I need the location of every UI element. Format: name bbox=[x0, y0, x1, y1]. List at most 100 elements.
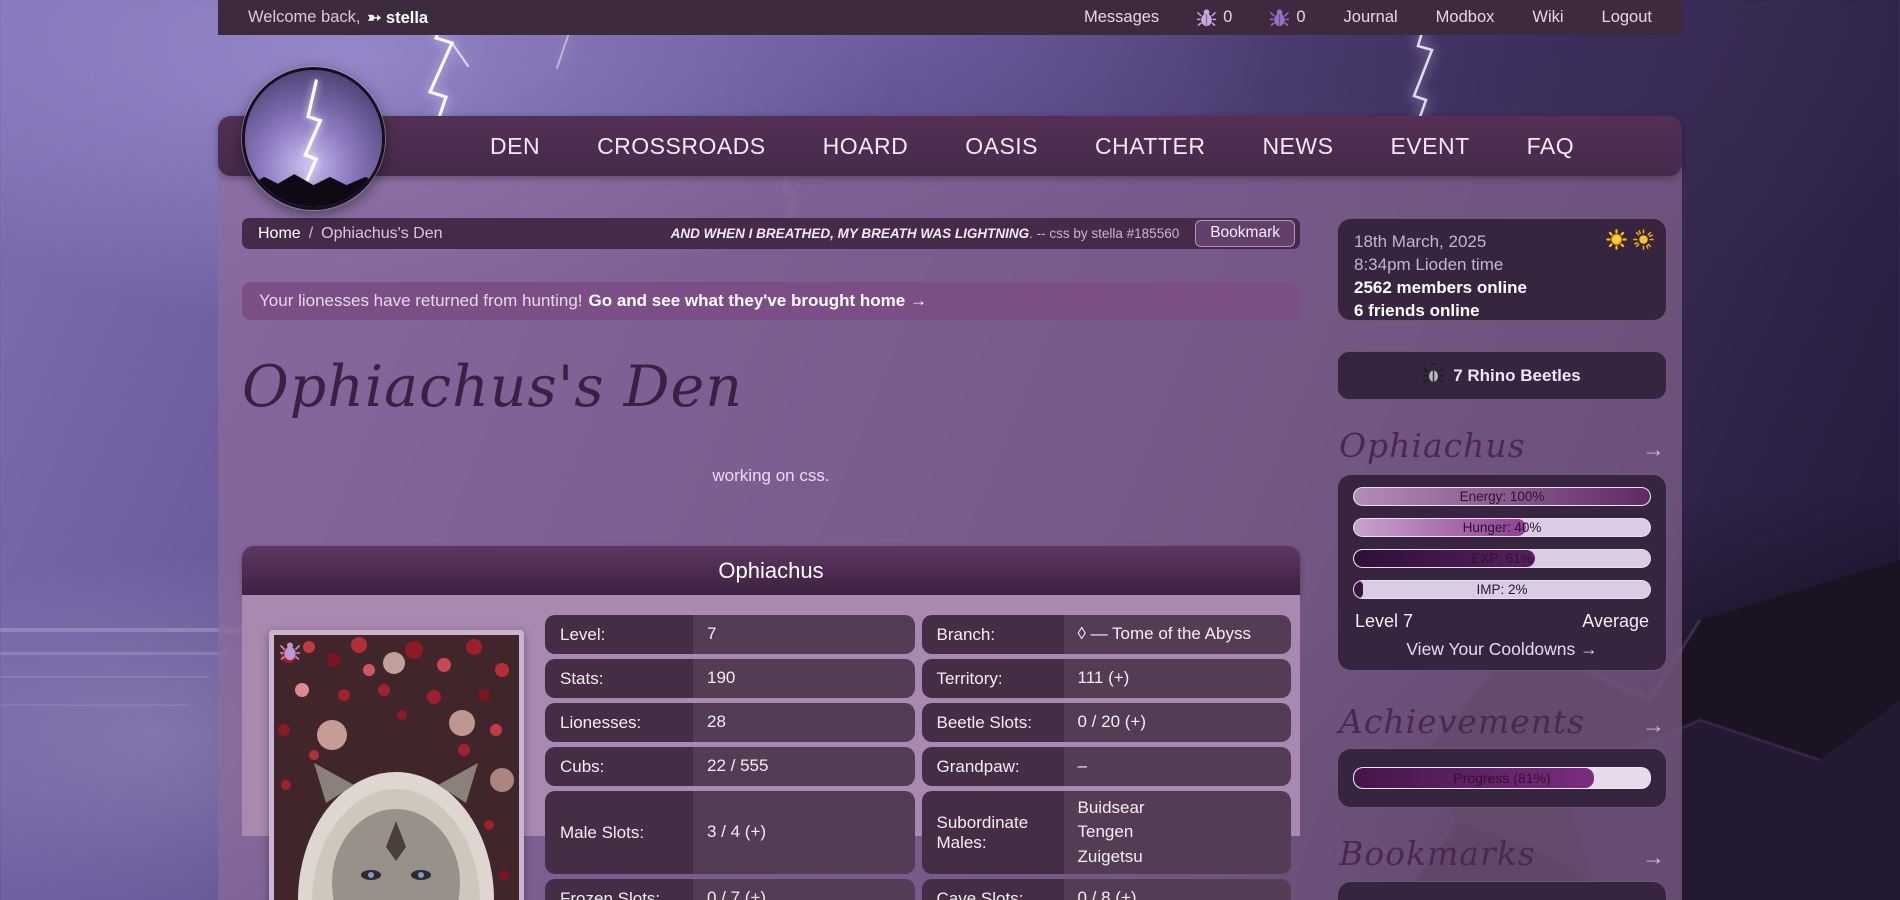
lion-portrait[interactable] bbox=[269, 630, 524, 900]
beetle-counter-2[interactable]: 0 bbox=[1270, 8, 1306, 27]
stat-value[interactable]: 3 / 4 (+) bbox=[693, 791, 915, 874]
breadcrumb-home-link[interactable]: Home bbox=[258, 225, 301, 243]
welcome-text: Welcome back, bbox=[248, 8, 361, 26]
table-row: Male Slots: 3 / 4 (+) bbox=[545, 791, 915, 874]
stat-value[interactable]: 0 / 7 (+) bbox=[693, 879, 915, 900]
nav-crossroads[interactable]: CROSSROADS bbox=[597, 133, 766, 160]
notification-text: Your lionesses have returned from huntin… bbox=[259, 291, 583, 310]
table-row: Lionesses: 28 bbox=[545, 703, 915, 742]
achievements-section-heading: Achievements → bbox=[1337, 702, 1667, 741]
breadcrumb-separator: / bbox=[308, 224, 314, 242]
water-reflections bbox=[0, 628, 250, 706]
achievements-progress-bar: Progress (81%) bbox=[1353, 767, 1651, 789]
journal-link[interactable]: Journal bbox=[1344, 8, 1398, 27]
sidebar: 18th March, 2025 8:34pm Lioden time 2562… bbox=[1337, 218, 1667, 900]
stat-label: Branch: bbox=[921, 615, 1064, 654]
stat-label: Male Slots: bbox=[545, 791, 693, 874]
achievements-progress-label: Progress (81%) bbox=[1453, 770, 1551, 786]
stat-value: 190 bbox=[693, 659, 915, 698]
den-motto-quote: AND WHEN I BREATHED, MY BREATH WAS LIGHT… bbox=[670, 226, 1030, 241]
arrow-right-icon[interactable]: → bbox=[1642, 844, 1665, 871]
lion-panel-body: Level: 7 Stats: 190 Lionesses: 28 Cubs: … bbox=[242, 595, 1300, 900]
nav-chatter[interactable]: CHATTER bbox=[1095, 133, 1205, 160]
profile-avatar[interactable] bbox=[242, 67, 385, 210]
bookmarks-box: » 01. Alt » 02. ➳ Alt Yeet bbox=[1337, 881, 1667, 900]
stat-label: Frozen Slots: bbox=[545, 879, 693, 900]
server-info-box: 18th March, 2025 8:34pm Lioden time 2562… bbox=[1337, 218, 1667, 321]
beetle-icon bbox=[279, 641, 301, 666]
stat-label: Cubs: bbox=[545, 747, 693, 786]
breadcrumb-current: Ophiachus's Den bbox=[321, 224, 443, 242]
beetle-icon bbox=[1197, 8, 1217, 27]
table-row: Level: 7 bbox=[545, 615, 915, 654]
nav-faq[interactable]: FAQ bbox=[1527, 133, 1575, 160]
table-row: Territory: 111 (+) bbox=[921, 659, 1291, 698]
stat-value[interactable]: 111 (+) bbox=[1063, 659, 1291, 698]
imp-bar-label: IMP: 2% bbox=[1476, 582, 1528, 597]
table-row: Frozen Slots: 0 / 7 (+) bbox=[545, 879, 915, 900]
content-column: Home / Ophiachus's Den AND WHEN I BREATH… bbox=[242, 218, 1300, 900]
mood-text: Average bbox=[1582, 611, 1649, 631]
hunting-notification: Your lionesses have returned from huntin… bbox=[242, 282, 1300, 320]
imp-bar: IMP: 2% bbox=[1353, 580, 1651, 599]
lion-panel-title: Ophiachus bbox=[242, 546, 1300, 595]
lion-panel: Ophiachus Level: 7 Stats: 190 Lionesses:… bbox=[242, 546, 1300, 900]
page-title: Ophiachus's Den bbox=[242, 354, 743, 420]
wiki-link[interactable]: Wiki bbox=[1532, 8, 1563, 27]
logout-link[interactable]: Logout bbox=[1602, 8, 1652, 27]
exp-bar: EXP: 61% bbox=[1353, 549, 1651, 568]
stat-label: Subordinate Males: bbox=[921, 791, 1064, 874]
stat-label: Stats: bbox=[545, 659, 693, 698]
stat-value: – bbox=[1063, 747, 1291, 786]
sun-icon bbox=[1606, 229, 1627, 256]
beetle-count: 0 bbox=[1223, 8, 1233, 26]
achievements-heading-text: Achievements bbox=[1339, 702, 1586, 741]
table-row: Stats: 190 bbox=[545, 659, 915, 698]
nav-hoard[interactable]: HOARD bbox=[823, 133, 909, 160]
stat-value[interactable]: Buidsear Tengen Zuigetsu bbox=[1063, 791, 1291, 874]
bookmark-button[interactable]: Bookmark bbox=[1195, 220, 1295, 247]
energy-bar-label: Energy: 100% bbox=[1459, 489, 1545, 504]
top-bar: Welcome back, ➳ stella Messages 0 0 Jour… bbox=[218, 0, 1682, 35]
page-container: DEN CROSSROADS HOARD OASIS CHATTER NEWS … bbox=[218, 116, 1682, 900]
character-stats-box: Energy: 100% Hunger: 40% EXP: 61% IMP: 2… bbox=[1337, 474, 1667, 671]
nav-oasis[interactable]: OASIS bbox=[965, 133, 1038, 160]
css-credit: . -- css by stella #185560 bbox=[1029, 226, 1180, 241]
achievements-box: Progress (81%) bbox=[1337, 748, 1667, 808]
nav-den[interactable]: DEN bbox=[490, 133, 540, 160]
stat-label: Cave Slots: bbox=[921, 879, 1064, 900]
den-motto: AND WHEN I BREATHED, MY BREATH WAS LIGHT… bbox=[671, 226, 1180, 241]
table-row: Cubs: 22 / 555 bbox=[545, 747, 915, 786]
members-online: 2562 members online bbox=[1354, 278, 1527, 297]
arrow-right-icon[interactable]: → bbox=[1642, 436, 1665, 463]
stat-label: Grandpaw: bbox=[921, 747, 1064, 786]
breadcrumb: Home / Ophiachus's Den AND WHEN I BREATH… bbox=[242, 218, 1300, 249]
lion-stats-table: Level: 7 Stats: 190 Lionesses: 28 Cubs: … bbox=[545, 615, 1291, 900]
den-description: working on css. bbox=[712, 466, 830, 485]
stat-label: Level: bbox=[545, 615, 693, 654]
rhino-beetle-icon bbox=[1422, 361, 1445, 389]
energy-bar: Energy: 100% bbox=[1353, 487, 1651, 506]
beetle-icon bbox=[1270, 8, 1290, 27]
modbox-link[interactable]: Modbox bbox=[1436, 8, 1495, 27]
nav-event[interactable]: EVENT bbox=[1390, 133, 1469, 160]
stat-value[interactable]: ◊ — Tome of the Abyss bbox=[1063, 615, 1291, 654]
table-row: Cave Slots: 0 / 8 (+) bbox=[921, 879, 1291, 900]
stat-value[interactable]: 0 / 20 (+) bbox=[1063, 703, 1291, 742]
stat-label: Lionesses: bbox=[545, 703, 693, 742]
stat-label: Territory: bbox=[921, 659, 1064, 698]
beetle-counter-1[interactable]: 0 bbox=[1197, 8, 1232, 27]
nav-news[interactable]: NEWS bbox=[1262, 133, 1333, 160]
hunger-bar: Hunger: 40% bbox=[1353, 518, 1651, 537]
hunger-bar-label: Hunger: 40% bbox=[1462, 520, 1542, 535]
notification-link[interactable]: Go and see what they've brought home → bbox=[589, 291, 927, 311]
username-link[interactable]: ➳ stella bbox=[368, 8, 429, 28]
cooldowns-link[interactable]: View Your Cooldowns → bbox=[1353, 639, 1651, 660]
stat-value[interactable]: 0 / 8 (+) bbox=[1063, 879, 1291, 900]
rhino-beetles-link[interactable]: 7 Rhino Beetles bbox=[1337, 351, 1667, 400]
time-text: 8:34pm Lioden time bbox=[1354, 255, 1504, 274]
rhino-beetles-label: 7 Rhino Beetles bbox=[1453, 365, 1581, 385]
stat-label: Beetle Slots: bbox=[921, 703, 1064, 742]
arrow-right-icon[interactable]: → bbox=[1642, 712, 1665, 739]
messages-link[interactable]: Messages bbox=[1084, 8, 1159, 27]
